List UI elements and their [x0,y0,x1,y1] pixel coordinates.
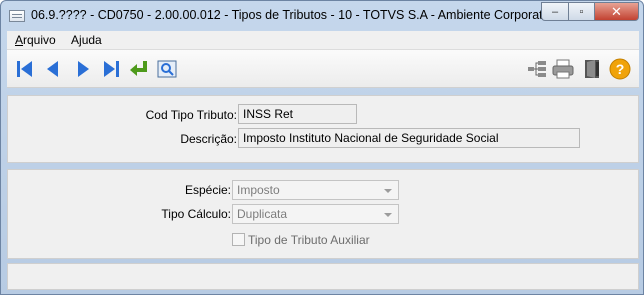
footer-panel [7,263,639,290]
especie-label: Espécie: [184,183,231,197]
exit-icon[interactable] [581,57,605,81]
especie-select[interactable]: Imposto [232,180,399,200]
previous-record-icon[interactable] [41,57,65,81]
descricao-field[interactable]: Imposto Instituto Nacional de Seguridade… [238,128,580,148]
especie-value: Imposto [237,183,280,197]
menu-arquivo-accel: A [15,33,24,47]
menu-ajuda-first: A [71,33,80,47]
maximize-button[interactable]: ▫ [568,2,594,21]
tipo-calculo-select[interactable]: Duplicata [232,204,399,224]
tipo-calculo-value: Duplicata [237,207,288,221]
toolbar: ? [7,50,639,88]
tributo-auxiliar-label: Tipo de Tributo Auxiliar [248,233,370,247]
chevron-down-icon [384,189,392,193]
window-controls: – ▫ ✕ [541,2,639,22]
menu-ajuda[interactable]: Ajuda [71,33,102,47]
close-button[interactable]: ✕ [594,2,639,21]
menu-bar: Arquivo Ajuda [7,31,639,50]
cod-tipo-tributo-label: Cod Tipo Tributo: [145,108,237,122]
title-bar[interactable]: 06.9.???? - CD0750 - 2.00.00.012 - Tipos… [1,1,643,31]
menu-ajuda-rest: uda [81,33,102,47]
application-window: 06.9.???? - CD0750 - 2.00.00.012 - Tipos… [0,0,644,295]
next-record-icon[interactable] [71,57,95,81]
tipo-calculo-label: Tipo Cálculo: [161,207,231,221]
minimize-button[interactable]: – [541,2,568,21]
go-to-icon[interactable] [127,57,151,81]
classification-panel: Espécie: Imposto Tipo Cálculo: Duplicata… [7,169,639,259]
search-icon[interactable] [155,57,179,81]
cod-tipo-tributo-field[interactable]: INSS Ret [238,104,357,124]
descricao-label: Descrição: [180,132,237,146]
help-icon[interactable]: ? [608,57,632,81]
navigation-tree-icon[interactable] [525,57,549,81]
chevron-down-icon [384,213,392,217]
menu-arquivo[interactable]: Arquivo [15,33,56,47]
window-title: 06.9.???? - CD0750 - 2.00.00.012 - Tipos… [31,8,570,22]
first-record-icon[interactable] [13,57,37,81]
menu-arquivo-rest: rquivo [23,33,56,47]
help-icon-glyph: ? [616,61,625,77]
tributo-auxiliar-checkbox[interactable] [232,233,245,246]
identification-panel: Cod Tipo Tributo: INSS Ret Descrição: Im… [7,95,639,163]
app-window-icon[interactable] [9,10,25,22]
print-icon[interactable] [551,57,575,81]
last-record-icon[interactable] [99,57,123,81]
